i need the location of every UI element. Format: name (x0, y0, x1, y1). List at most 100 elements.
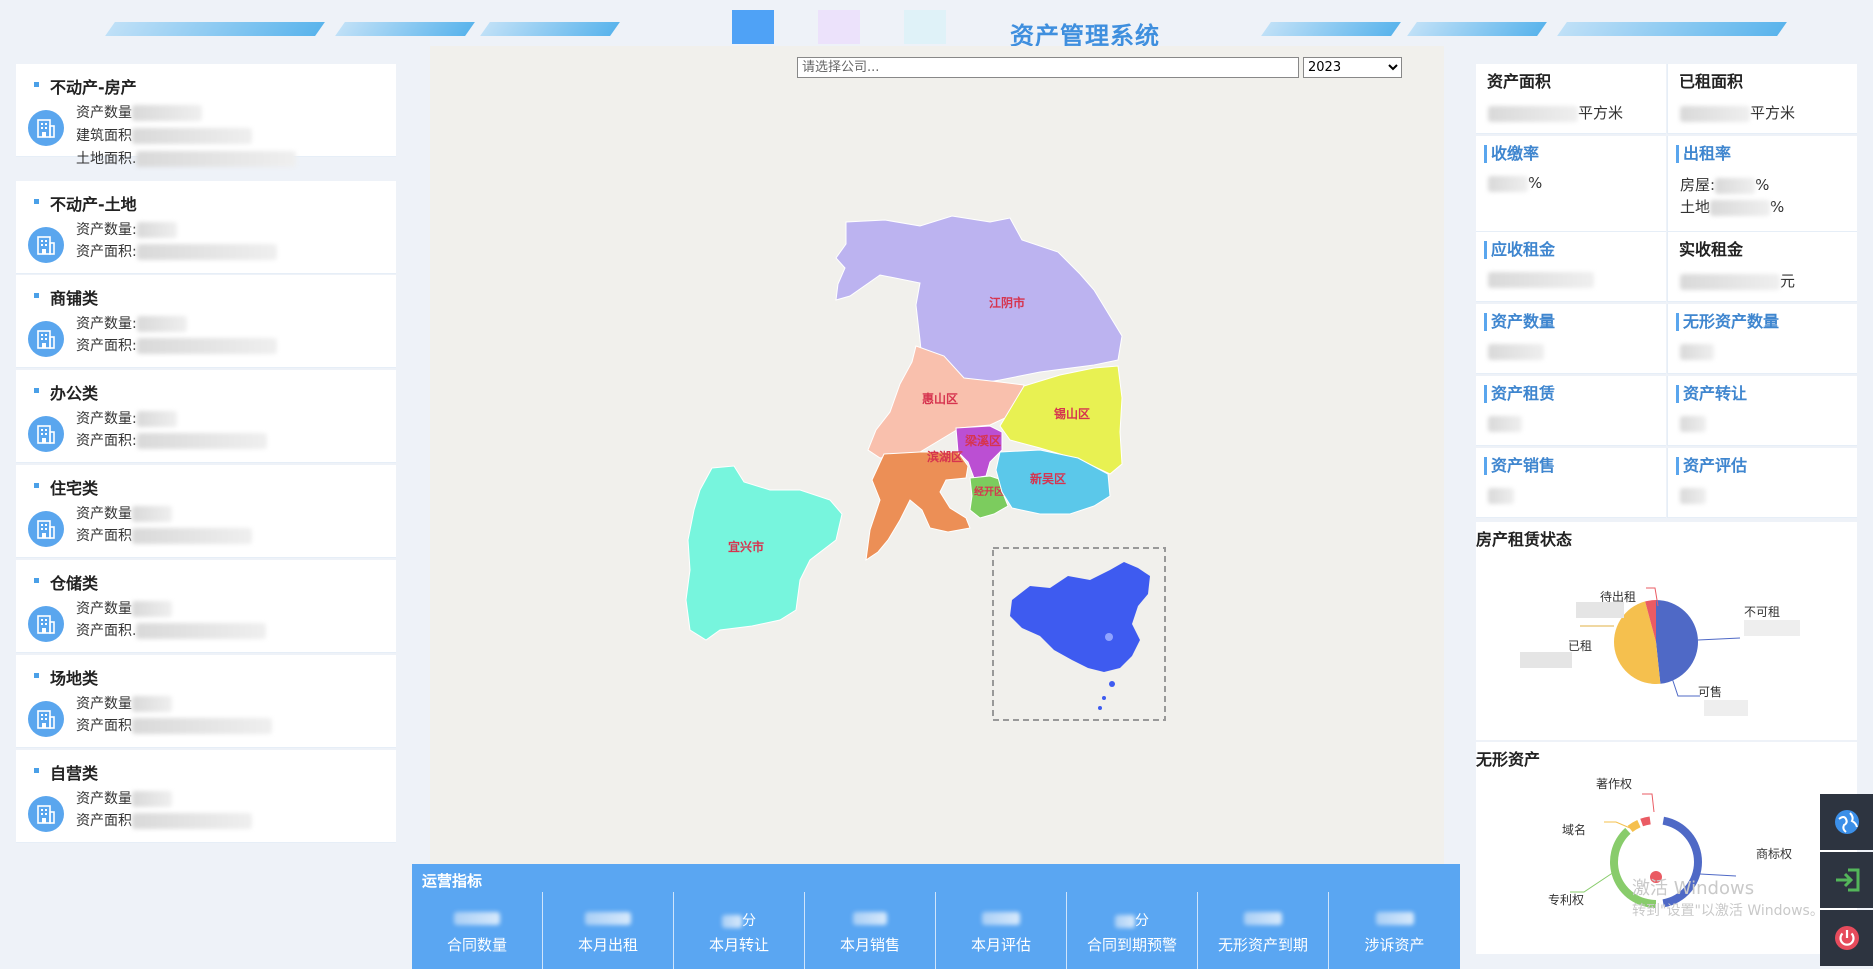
ops-value (936, 910, 1066, 926)
ops-value: 分 (674, 910, 804, 930)
ops-item-contract-count[interactable]: 合同数量 (412, 892, 543, 969)
header-decoration-left-3 (480, 22, 620, 36)
stat-label: 已租面积 (1679, 72, 1744, 91)
company-search-input[interactable] (797, 57, 1299, 78)
rent-status-svg: 待出租 已租 不可租 可售 (1520, 587, 1800, 716)
ops-value: 分 (1067, 910, 1197, 930)
category-line: 资产面积: (76, 430, 267, 450)
slice-label-unrentable: 不可租 (1744, 605, 1780, 619)
ops-label: 合同到期预警 (1086, 936, 1177, 954)
category-card[interactable]: 不动产-土地 资产数量: 资产面积: (16, 181, 396, 274)
stat-label: 应收租金 (1484, 241, 1555, 259)
ops-label: 本月出租 (577, 936, 638, 954)
login-button[interactable] (1820, 852, 1873, 908)
stat-received-rent: 实收租金 元 (1667, 232, 1857, 302)
building-icon (28, 701, 64, 737)
category-card[interactable]: 办公类 资产数量: 资产面积: (16, 370, 396, 463)
blurred-value (1744, 620, 1800, 636)
ops-label: 涉诉资产 (1364, 936, 1425, 954)
stat-value (1680, 486, 1706, 504)
stat-value: 平方米 (1488, 102, 1623, 123)
bullet-icon (34, 768, 39, 773)
category-card[interactable]: 不动产-房产 资产数量 建筑面积 土地面积. (16, 64, 396, 167)
building-icon (28, 110, 64, 146)
bullet-icon (34, 483, 39, 488)
building-icon (28, 416, 64, 452)
stat-collection-rate: 收缴率 % (1476, 136, 1666, 232)
side-toolbar (1820, 794, 1873, 969)
stat-label: 无形资产数量 (1676, 313, 1779, 331)
category-card[interactable]: 商铺类 资产数量: 资产面积: (16, 275, 396, 368)
category-title: 商铺类 (50, 289, 99, 308)
category-line: 建筑面积 (76, 125, 252, 145)
power-button[interactable] (1820, 910, 1873, 966)
stat-rental-rate: 出租率 房屋:% 土地% (1667, 136, 1857, 232)
stat-asset-count: 资产数量 (1476, 304, 1666, 374)
category-line: 资产数量 (76, 788, 172, 808)
ops-item-intangible-expiry[interactable]: 无形资产到期 (1198, 892, 1329, 969)
category-line: 资产数量: (76, 313, 187, 333)
category-line: 资产数量 (76, 598, 172, 618)
ops-item-monthly-transfer[interactable]: 分 本月转让 (674, 892, 805, 969)
slice-label-pending: 待出租 (1600, 590, 1636, 604)
category-line: 资产面积 (76, 525, 252, 545)
leader-line (1642, 793, 1655, 813)
year-select[interactable]: 2023 (1303, 57, 1402, 78)
stat-intangible-count: 无形资产数量 (1667, 304, 1857, 374)
stat-value: % (1488, 174, 1542, 192)
intangible-assets-chart: 无形资产 著作权 域名 商标权 专利权 (1476, 742, 1857, 954)
bullet-icon (34, 673, 39, 678)
stat-value: 元 (1680, 270, 1795, 291)
category-title: 仓储类 (50, 574, 99, 593)
building-icon (28, 227, 64, 263)
building-icon (28, 796, 64, 832)
slice-label-copyright: 著作权 (1596, 777, 1632, 791)
bullet-icon (34, 293, 39, 298)
category-title: 办公类 (50, 384, 99, 403)
category-card[interactable]: 自营类 资产数量 资产面积 (16, 750, 396, 843)
category-title: 不动产-房产 (50, 78, 137, 97)
category-title: 自营类 (50, 764, 99, 783)
donut-slice-domain[interactable] (1627, 819, 1641, 833)
ops-label: 本月销售 (839, 936, 900, 954)
leader-line (1604, 821, 1631, 829)
ops-value (1198, 910, 1328, 926)
stat-value (1680, 342, 1714, 360)
leader-line (1671, 677, 1700, 697)
stat-value-land: 土地% (1680, 198, 1785, 216)
category-line: 资产面积: (76, 241, 277, 261)
leader-line (1570, 871, 1615, 893)
donut-slice-copyright[interactable] (1640, 816, 1651, 827)
stat-receivable-rent: 应收租金 (1476, 232, 1666, 302)
ops-item-monthly-sales[interactable]: 本月销售 (805, 892, 936, 969)
stat-label: 资产销售 (1484, 457, 1555, 475)
stat-label: 资产数量 (1484, 313, 1555, 331)
stat-value-house: 房屋:% (1680, 176, 1770, 194)
sign-in-icon (1835, 868, 1859, 892)
ops-item-contract-expiry-warning[interactable]: 分 合同到期预警 (1067, 892, 1198, 969)
category-line: 资产面积 (76, 810, 252, 830)
stat-value (1680, 414, 1706, 432)
blurred-value (1576, 602, 1624, 618)
stat-value (1488, 414, 1522, 432)
ops-value (1329, 910, 1460, 926)
bullet-icon (34, 82, 39, 87)
globe-button[interactable] (1820, 794, 1873, 850)
stat-value (1488, 270, 1594, 288)
operations-indicators-bar: 运营指标 合同数量 本月出租 分 本月转让 本月销售 本月评估 分 合同到期预警… (412, 864, 1460, 969)
category-card[interactable]: 仓储类 资产数量 资产面积. (16, 560, 396, 653)
category-card[interactable]: 住宅类 资产数量 资产面积 (16, 465, 396, 558)
ops-label: 本月转让 (708, 936, 769, 954)
stat-asset-area: 资产面积 平方米 (1476, 64, 1666, 134)
stat-value: 平方米 (1680, 102, 1795, 123)
ops-label: 无形资产到期 (1217, 936, 1308, 954)
asset-category-panel: 不动产-房产 资产数量 建筑面积 土地面积. 不动产-土地 资产数量: 资产面积… (16, 64, 396, 850)
ops-item-monthly-valuation[interactable]: 本月评估 (936, 892, 1067, 969)
category-line: 资产数量 (76, 503, 172, 523)
header-decoration-left-2 (335, 22, 475, 36)
ops-item-monthly-rent[interactable]: 本月出租 (543, 892, 674, 969)
stat-label: 资产面积 (1487, 72, 1552, 91)
category-card[interactable]: 场地类 资产数量 资产面积 (16, 655, 396, 748)
pie-slice-unrentable[interactable] (1656, 600, 1698, 684)
ops-item-litigation-assets[interactable]: 涉诉资产 (1329, 892, 1460, 969)
